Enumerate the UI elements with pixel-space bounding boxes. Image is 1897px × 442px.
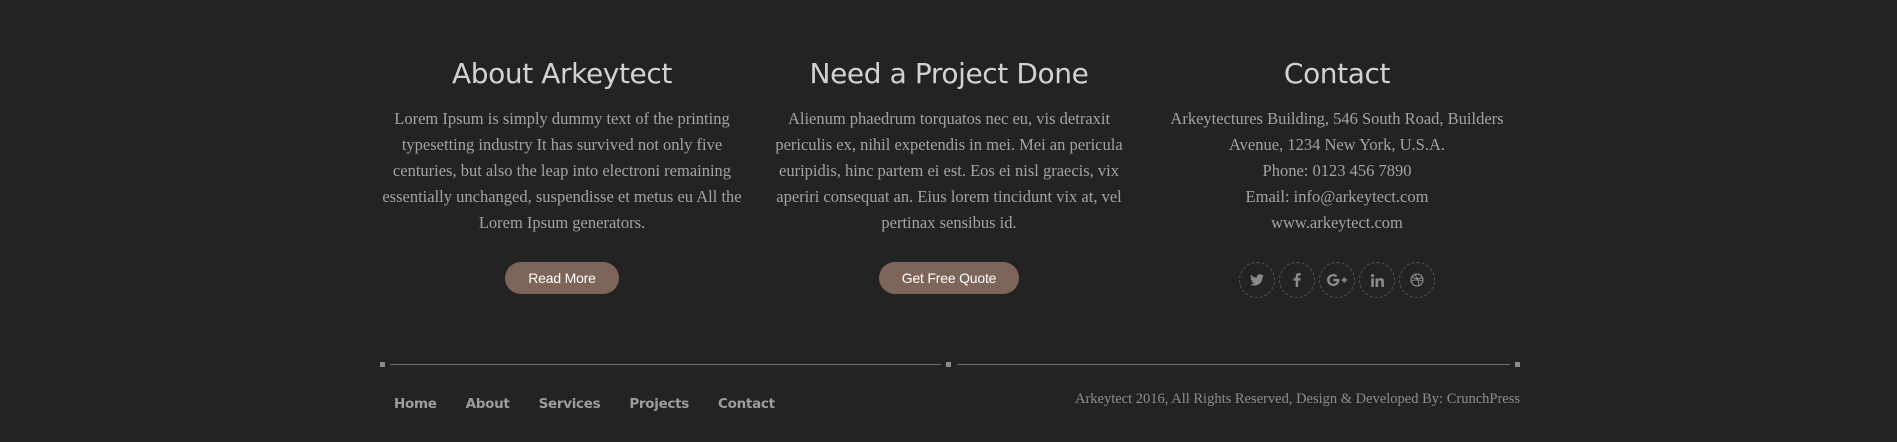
contact-phone: Phone: 0123 456 7890 (1262, 161, 1412, 180)
about-text: Lorem Ipsum is simply dummy text of the … (382, 109, 742, 232)
divider-dot-left (380, 362, 385, 367)
dribbble-button[interactable] (1399, 262, 1435, 298)
divider-dot-right (1515, 362, 1520, 367)
contact-website[interactable]: www.arkeytect.com (1153, 210, 1521, 236)
contact-email[interactable]: Email: info@arkeytect.com (1153, 184, 1521, 210)
get-free-quote-button[interactable]: Get Free Quote (878, 262, 1020, 294)
divider-dot-center (946, 362, 951, 367)
footer-divider (378, 361, 1520, 369)
divider-line-left (390, 364, 941, 365)
divider-line-right (957, 364, 1510, 365)
contact-address-line1: Arkeytectures Building, 546 South Road, … (1170, 109, 1504, 128)
read-more-button[interactable]: Read More (505, 262, 619, 294)
footer-nav-about[interactable]: About (466, 396, 510, 412)
project-title: Need a Project Done (809, 57, 1089, 90)
about-title: About Arkeytect (452, 57, 672, 90)
contact-column: Contact Arkeytectures Building, 546 Sout… (1153, 52, 1521, 298)
linkedin-button[interactable] (1359, 262, 1395, 298)
footer-nav: Home About Services Projects Contact (394, 396, 804, 412)
project-text: Alienum phaedrum torquatos nec eu, vis d… (775, 109, 1123, 232)
copyright-text: Arkeytect 2016, All Rights Reserved, Des… (1074, 391, 1520, 407)
footer-container: About Arkeytect Lorem Ipsum is simply du… (378, 0, 1520, 442)
google-plus-icon (1327, 274, 1347, 286)
twitter-button[interactable] (1239, 262, 1275, 298)
footer-nav-contact[interactable]: Contact (718, 396, 775, 412)
footer-nav-services[interactable]: Services (539, 396, 601, 412)
footer-nav-home[interactable]: Home (394, 396, 437, 412)
footer-nav-projects[interactable]: Projects (629, 396, 689, 412)
facebook-button[interactable] (1279, 262, 1315, 298)
footer-columns: About Arkeytect Lorem Ipsum is simply du… (378, 52, 1520, 332)
twitter-icon (1250, 274, 1264, 286)
google-plus-button[interactable] (1319, 262, 1355, 298)
contact-details: Arkeytectures Building, 546 South Road, … (1153, 106, 1521, 236)
contact-title: Contact (1283, 57, 1391, 90)
dribbble-icon (1410, 273, 1424, 287)
social-links (1153, 262, 1521, 298)
about-column: About Arkeytect Lorem Ipsum is simply du… (378, 52, 746, 294)
project-column: Need a Project Done Alienum phaedrum tor… (765, 52, 1133, 294)
contact-address-line2: Avenue, 1234 New York, U.S.A. (1228, 135, 1446, 154)
facebook-icon (1293, 273, 1301, 287)
linkedin-icon (1370, 273, 1384, 287)
